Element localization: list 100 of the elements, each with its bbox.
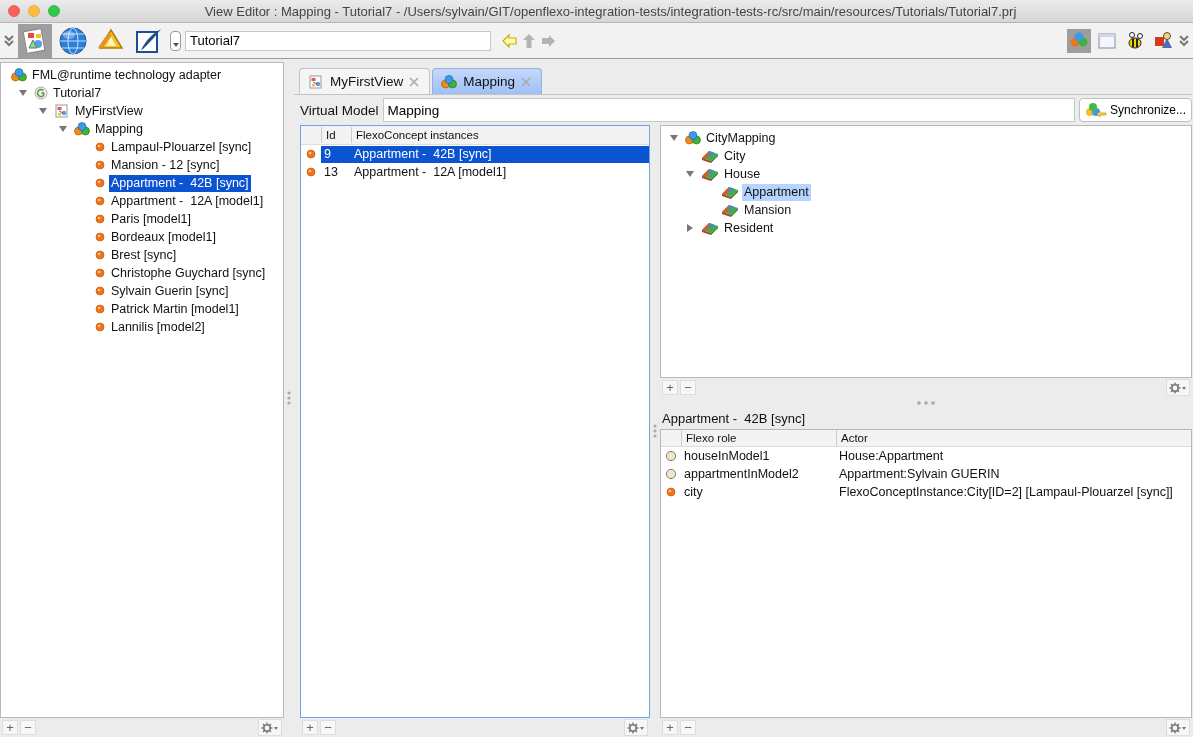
tree-item[interactable]: FML@runtime technology adapter: [30, 66, 224, 84]
cubes-icon: [685, 131, 701, 145]
sync-icon: [1084, 102, 1107, 118]
tree-item[interactable]: Resident: [722, 219, 776, 237]
tree-item[interactable]: CityMapping: [704, 129, 778, 147]
tree-item[interactable]: Appartment: [742, 183, 811, 201]
table-cell-text: Appartment - 12A [model1]: [353, 163, 508, 181]
remove-button[interactable]: −: [20, 720, 36, 735]
caret-icon: [172, 42, 179, 47]
column-header[interactable]: Actor: [836, 430, 1191, 446]
remove-button[interactable]: −: [680, 380, 696, 395]
table-row[interactable]: 13 Appartment - 12A [model1]: [301, 163, 649, 181]
chevron-icon[interactable]: [1179, 34, 1189, 47]
tree-item[interactable]: Mansion - 12 [sync]: [109, 156, 222, 174]
gear-icon: [261, 721, 279, 734]
shapes-icon[interactable]: [1153, 30, 1173, 51]
virtual-model-field[interactable]: Mapping: [382, 98, 1075, 122]
instance-icon: [94, 285, 106, 297]
add-button[interactable]: +: [302, 720, 318, 735]
table-cell-text: city: [683, 483, 704, 501]
close-icon[interactable]: [409, 76, 420, 87]
tree-item[interactable]: Mansion: [742, 201, 794, 219]
instance-icon: [94, 159, 106, 171]
column-header[interactable]: Id: [321, 127, 351, 143]
expanded-arrow-icon[interactable]: [38, 106, 48, 116]
selection-title: Appartment - 42B [sync]: [661, 410, 807, 428]
add-button[interactable]: +: [662, 720, 678, 735]
tree-item[interactable]: Appartment - 12A [model1]: [109, 192, 266, 210]
window-title: View Editor : Mapping - Tutorial7 - /Users/sylvain/GIT/openflexo-integration-tests/integration-tests-rc/src/main/resources/Tutorials/Tutorial7.prj: [203, 3, 1018, 19]
role-icon: [665, 468, 677, 480]
instance-icon: [94, 213, 106, 225]
chevron-icon[interactable]: [4, 34, 14, 47]
settings-menu-button[interactable]: [1166, 379, 1190, 396]
diagram-icon: [54, 103, 70, 119]
remove-button[interactable]: −: [680, 720, 696, 735]
instance-icon: [94, 177, 106, 189]
expanded-arrow-icon[interactable]: [58, 124, 68, 134]
cubes-icon: [441, 74, 458, 89]
tree-item[interactable]: House: [722, 165, 763, 183]
puzzle-icon: [721, 202, 739, 218]
gear-icon: [1169, 381, 1187, 394]
tree-item[interactable]: Patrick Martin [model1]: [109, 300, 241, 318]
path-field[interactable]: Tutorial7: [185, 30, 491, 51]
instance-icon: [94, 267, 106, 279]
puzzle-icon: [701, 148, 719, 164]
tab[interactable]: MyFirstView: [299, 68, 431, 94]
cubes-icon: [11, 68, 27, 82]
table-cell-text: houseInModel1: [683, 447, 771, 465]
tree-item[interactable]: Appartment - 42B [sync]: [109, 174, 251, 192]
add-button[interactable]: +: [662, 380, 678, 395]
puzzle-icon: [701, 166, 719, 182]
role-icon: [665, 450, 677, 462]
remove-button[interactable]: −: [320, 720, 336, 735]
splitter-handle-icon[interactable]: [653, 424, 657, 438]
instance-icon: [94, 231, 106, 243]
table-cell-text: Appartment:Sylvain GUERIN: [838, 465, 1001, 483]
expanded-arrow-icon[interactable]: [18, 88, 28, 98]
tree-item[interactable]: MyFirstView: [73, 102, 145, 120]
synchronize-button[interactable]: Synchronize...: [1078, 98, 1192, 122]
bee-icon[interactable]: [1125, 30, 1145, 51]
table-cell: Appartment - 42B [sync]: [351, 145, 649, 163]
splitter-handle-icon[interactable]: [287, 391, 291, 405]
close-icon[interactable]: [8, 5, 20, 17]
settings-menu-button[interactable]: [1166, 719, 1190, 736]
instance-icon: [94, 141, 106, 153]
instance-icon: [665, 486, 677, 498]
settings-menu-button[interactable]: [624, 719, 648, 736]
instance-icon: [94, 195, 106, 207]
collapsed-arrow-icon[interactable]: [685, 223, 695, 233]
add-button[interactable]: +: [2, 720, 18, 735]
field-label: Virtual Model: [300, 102, 379, 118]
tree-item[interactable]: Sylvain Guerin [sync]: [109, 282, 231, 300]
tree-item[interactable]: Tutorial7: [51, 84, 104, 102]
puzzle-icon: [701, 220, 719, 236]
tree-item[interactable]: Paris [model1]: [109, 210, 193, 228]
instance-icon: [94, 303, 106, 315]
table-cell: 9: [321, 145, 351, 163]
instance-icon: [305, 148, 317, 160]
tree-item[interactable]: Mapping: [93, 120, 145, 138]
table-cell-text: appartmentInModel2: [683, 465, 800, 483]
tree-item[interactable]: Lannilis [model2]: [109, 318, 207, 336]
table-cell-text: House:Appartment: [838, 447, 945, 465]
tab[interactable]: Mapping: [432, 68, 543, 94]
tree-item[interactable]: Lampaul-Plouarzel [sync]: [109, 138, 254, 156]
splitter-handle-icon[interactable]: [917, 401, 935, 405]
tree-item[interactable]: Christophe Guychard [sync]: [109, 264, 268, 282]
instance-icon: [94, 321, 106, 333]
column-header[interactable]: FlexoConcept instances: [351, 127, 649, 143]
expanded-arrow-icon[interactable]: [669, 133, 679, 143]
settings-menu-button[interactable]: [258, 719, 282, 736]
maximize-icon[interactable]: [48, 5, 60, 17]
instance-icon: [94, 249, 106, 261]
dropdown-button[interactable]: [170, 30, 181, 51]
tree-item[interactable]: Brest [sync]: [109, 246, 179, 264]
expanded-arrow-icon[interactable]: [685, 169, 695, 179]
table-cell-text: FlexoConceptInstance:City[ID=2] [Lampaul-Plouarzel [sync]]: [838, 483, 1174, 501]
column-header[interactable]: Flexo role: [681, 430, 836, 446]
tree-item[interactable]: City: [722, 147, 748, 165]
globe-icon[interactable]: [58, 25, 88, 56]
tree-item[interactable]: Bordeaux [model1]: [109, 228, 218, 246]
